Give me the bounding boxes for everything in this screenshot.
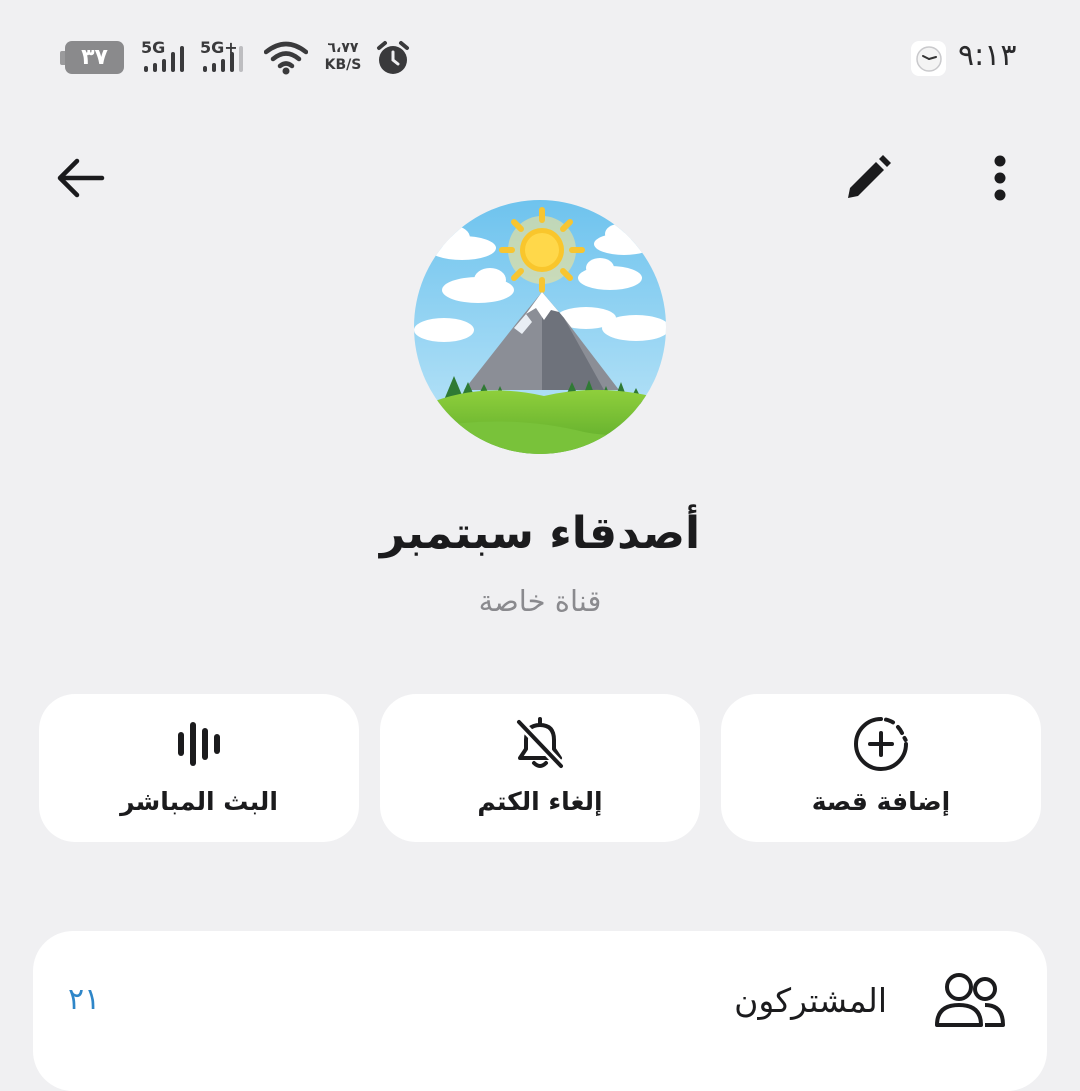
add-story-circle-icon [851,714,911,774]
channel-type: قناة خاصة [478,584,602,618]
alarm-icon [376,40,410,76]
live-stream-label: البث المباشر [120,787,278,816]
subscribers-label: المشتركون [734,981,887,1020]
add-story-button[interactable]: إضافة قصة [721,694,1041,842]
channel-name: أصدقاء سبتمبر [379,508,701,559]
live-stream-button[interactable]: البث المباشر [39,694,359,842]
pencil-icon [848,155,891,198]
status-bar: ٣٧ 5G 5G+ ٦،٧٧ KB/S ٩:١٣ [0,0,1080,115]
back-button[interactable] [50,148,110,208]
signal-5g-icon: 5G [141,38,187,74]
sun-mountain-landscape-icon [414,200,666,454]
battery-indicator: ٣٧ [60,41,126,74]
vertical-dots-icon [994,155,1006,201]
signal-5g-plus-icon: 5G+ [200,38,248,74]
subscribers-card[interactable]: المشتركون ٢١ [33,931,1047,1091]
bell-off-icon [510,714,570,774]
unmute-button[interactable]: إلغاء الكتم [380,694,700,842]
edit-button[interactable] [838,148,898,208]
more-options-button[interactable] [975,148,1025,208]
channel-avatar[interactable] [414,200,666,454]
battery-level: ٣٧ [65,41,124,74]
wifi-icon [263,40,309,76]
add-story-label: إضافة قصة [811,787,951,816]
clock-app-icon [911,41,946,76]
network-speed: ٦،٧٧ KB/S [320,40,366,74]
subscribers-count: ٢١ [68,982,101,1017]
people-icon [933,971,1009,1031]
live-stream-bars-icon [169,714,229,774]
network-speed-value: ٦،٧٧ [327,40,359,56]
network-speed-unit: KB/S [324,57,362,73]
unmute-label: إلغاء الكتم [477,787,603,816]
arrow-left-icon [57,158,105,198]
status-time: ٩:١٣ [958,38,1017,73]
